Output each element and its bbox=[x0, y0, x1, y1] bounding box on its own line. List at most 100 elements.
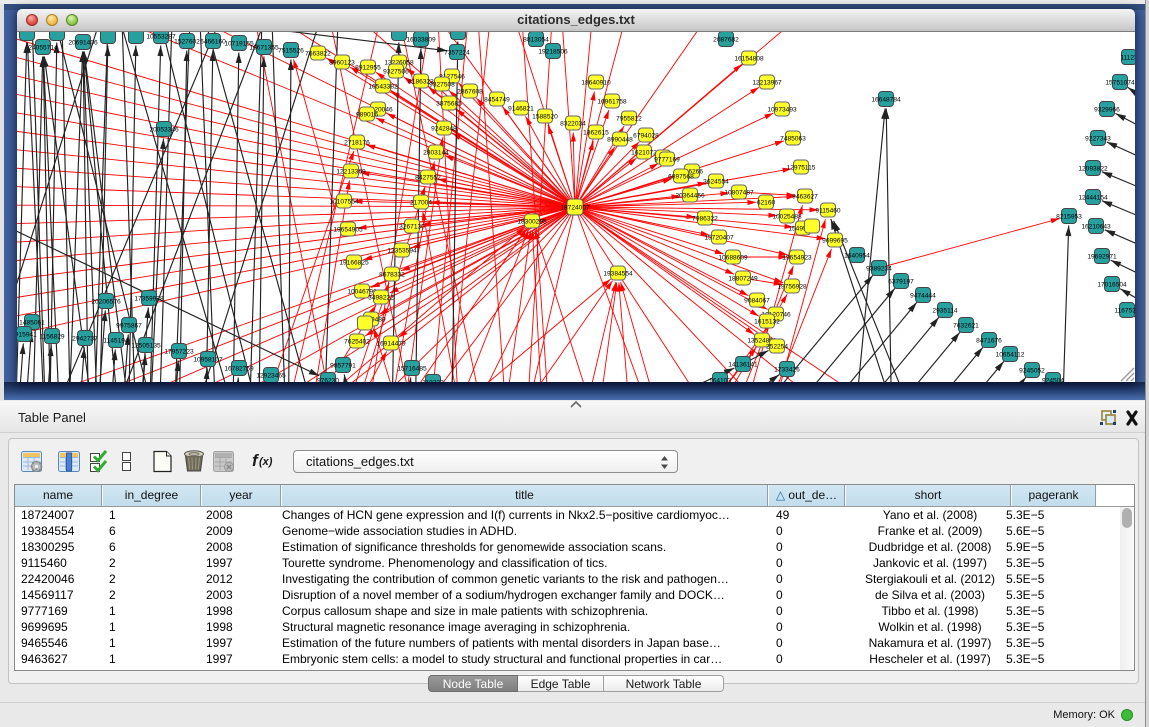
svg-text:6794028: 6794028 bbox=[633, 132, 659, 139]
svg-text:10958107: 10958107 bbox=[193, 356, 223, 363]
svg-text:164103: 164103 bbox=[709, 377, 731, 382]
svg-text:9777169: 9777169 bbox=[654, 156, 680, 163]
svg-text:2718176: 2718176 bbox=[344, 139, 370, 146]
svg-text:9084067: 9084067 bbox=[744, 297, 770, 304]
svg-text:9242848: 9242848 bbox=[431, 125, 457, 132]
svg-text:217004: 217004 bbox=[410, 199, 432, 206]
svg-text:62160: 62160 bbox=[757, 199, 776, 206]
svg-text:19218506: 19218506 bbox=[538, 48, 568, 55]
svg-text:12923465: 12923465 bbox=[256, 372, 286, 379]
svg-text:9329966: 9329966 bbox=[1094, 106, 1120, 113]
svg-text:15720407: 15720407 bbox=[704, 234, 734, 241]
svg-text:16648784: 16648784 bbox=[871, 96, 901, 103]
svg-text:15716485: 15716485 bbox=[397, 365, 427, 372]
svg-text:19654923: 19654923 bbox=[782, 254, 812, 261]
svg-text:2087682: 2087682 bbox=[713, 36, 739, 43]
svg-text:9115460: 9115460 bbox=[815, 207, 841, 214]
svg-text:16671355: 16671355 bbox=[249, 44, 279, 51]
svg-text:17359928: 17359928 bbox=[134, 295, 164, 302]
svg-text:6379197: 6379197 bbox=[888, 278, 914, 285]
svg-text:2942737: 2942737 bbox=[72, 335, 98, 342]
svg-text:24055714: 24055714 bbox=[28, 44, 58, 51]
svg-text:1527602: 1527602 bbox=[174, 38, 200, 45]
svg-text:2935114: 2935114 bbox=[932, 307, 958, 314]
svg-text:1621072: 1621072 bbox=[631, 149, 657, 156]
svg-text:1167533: 1167533 bbox=[1114, 307, 1135, 314]
svg-text:118223: 118223 bbox=[422, 379, 444, 382]
svg-text:8454749: 8454749 bbox=[484, 96, 510, 103]
svg-text:7515526: 7515526 bbox=[278, 47, 304, 54]
svg-text:1733426: 1733426 bbox=[774, 366, 800, 373]
svg-text:10025488: 10025488 bbox=[772, 213, 802, 220]
svg-text:1156829: 1156829 bbox=[39, 333, 65, 340]
svg-text:12213967: 12213967 bbox=[752, 79, 782, 86]
svg-text:19166825: 19166825 bbox=[339, 259, 369, 266]
svg-text:17957223: 17957223 bbox=[164, 348, 194, 355]
svg-text:16033809: 16033809 bbox=[406, 36, 436, 43]
svg-text:2867608: 2867608 bbox=[457, 88, 483, 95]
svg-text:18807249: 18807249 bbox=[728, 275, 758, 282]
svg-text:16210643: 16210643 bbox=[1081, 223, 1111, 230]
svg-text:7485063: 7485063 bbox=[780, 135, 806, 142]
svg-text:9975867: 9975867 bbox=[116, 322, 142, 329]
svg-text:12353594: 12353594 bbox=[387, 247, 417, 254]
svg-text:10973493: 10973493 bbox=[767, 106, 797, 113]
svg-text:18640910: 18640910 bbox=[581, 79, 611, 86]
svg-text:9474444: 9474444 bbox=[910, 292, 936, 299]
svg-text:18724007: 18724007 bbox=[560, 204, 590, 211]
svg-text:8912955: 8912955 bbox=[355, 64, 381, 71]
svg-text:16543382: 16543382 bbox=[368, 83, 398, 90]
svg-text:3624554: 3624554 bbox=[703, 178, 729, 185]
svg-text:19692971: 19692971 bbox=[1087, 253, 1117, 260]
svg-text:19654905: 19654905 bbox=[333, 226, 363, 233]
svg-text:7663822: 7663822 bbox=[305, 50, 331, 57]
svg-text:8215953: 8215953 bbox=[1056, 213, 1082, 220]
svg-text:10553287: 10553287 bbox=[146, 33, 176, 40]
svg-text:12505135: 12505135 bbox=[131, 342, 161, 349]
svg-text:6466160: 6466160 bbox=[200, 38, 226, 45]
svg-text:11123: 11123 bbox=[1120, 54, 1135, 61]
svg-text:3875685: 3875685 bbox=[436, 100, 462, 107]
svg-text:1145194: 1145194 bbox=[103, 337, 129, 344]
svg-text:3498222: 3498222 bbox=[368, 294, 394, 301]
svg-text:9146821: 9146821 bbox=[508, 105, 534, 112]
svg-text:9227343: 9227343 bbox=[1085, 135, 1111, 142]
svg-text:20053346: 20053346 bbox=[149, 126, 179, 133]
svg-text:10654112: 10654112 bbox=[996, 351, 1025, 358]
svg-text:7632621: 7632621 bbox=[953, 322, 979, 329]
svg-text:20206576: 20206576 bbox=[91, 298, 121, 305]
svg-text:7986322: 7986322 bbox=[692, 215, 718, 222]
svg-text:989016: 989016 bbox=[356, 111, 378, 118]
svg-text:7357224: 7357224 bbox=[444, 49, 470, 56]
svg-text:252254: 252254 bbox=[766, 343, 788, 350]
svg-text:20364456: 20364456 bbox=[675, 192, 705, 199]
svg-text:16914479: 16914479 bbox=[376, 340, 406, 347]
svg-text:(x): (x) bbox=[259, 456, 273, 468]
svg-text:8813054: 8813054 bbox=[523, 36, 549, 43]
svg-text:7625402: 7625402 bbox=[344, 338, 370, 345]
svg-text:3267130: 3267130 bbox=[399, 223, 425, 230]
svg-text:12444154: 12444154 bbox=[1078, 194, 1108, 201]
svg-text:12213369: 12213369 bbox=[336, 168, 366, 175]
svg-text:7955812: 7955812 bbox=[616, 115, 642, 122]
svg-text:1362615: 1362615 bbox=[583, 129, 609, 136]
svg-text:16154808: 16154808 bbox=[734, 55, 764, 62]
svg-text:8990448: 8990448 bbox=[607, 136, 633, 143]
svg-text:17016504: 17016504 bbox=[1097, 281, 1127, 288]
svg-text:6897568: 6897568 bbox=[668, 173, 694, 180]
svg-text:12975115: 12975115 bbox=[787, 164, 816, 171]
svg-text:9699695: 9699695 bbox=[822, 237, 848, 244]
svg-text:19384554: 19384554 bbox=[603, 270, 633, 277]
svg-text:3915941: 3915941 bbox=[17, 331, 37, 338]
svg-text:12093822: 12093822 bbox=[1078, 165, 1108, 172]
svg-text:9327508: 9327508 bbox=[429, 81, 455, 88]
svg-text:8678332: 8678332 bbox=[379, 271, 405, 278]
svg-text:1615132: 1615132 bbox=[754, 318, 780, 325]
svg-text:16782759: 16782759 bbox=[224, 365, 254, 372]
svg-text:18300295: 18300295 bbox=[517, 218, 547, 225]
svg-text:9245052: 9245052 bbox=[1019, 367, 1045, 374]
svg-text:20691406: 20691406 bbox=[68, 39, 98, 46]
svg-text:1485061: 1485061 bbox=[19, 319, 45, 326]
svg-text:1640954: 1640954 bbox=[844, 252, 870, 259]
svg-text:2803144: 2803144 bbox=[423, 149, 449, 156]
